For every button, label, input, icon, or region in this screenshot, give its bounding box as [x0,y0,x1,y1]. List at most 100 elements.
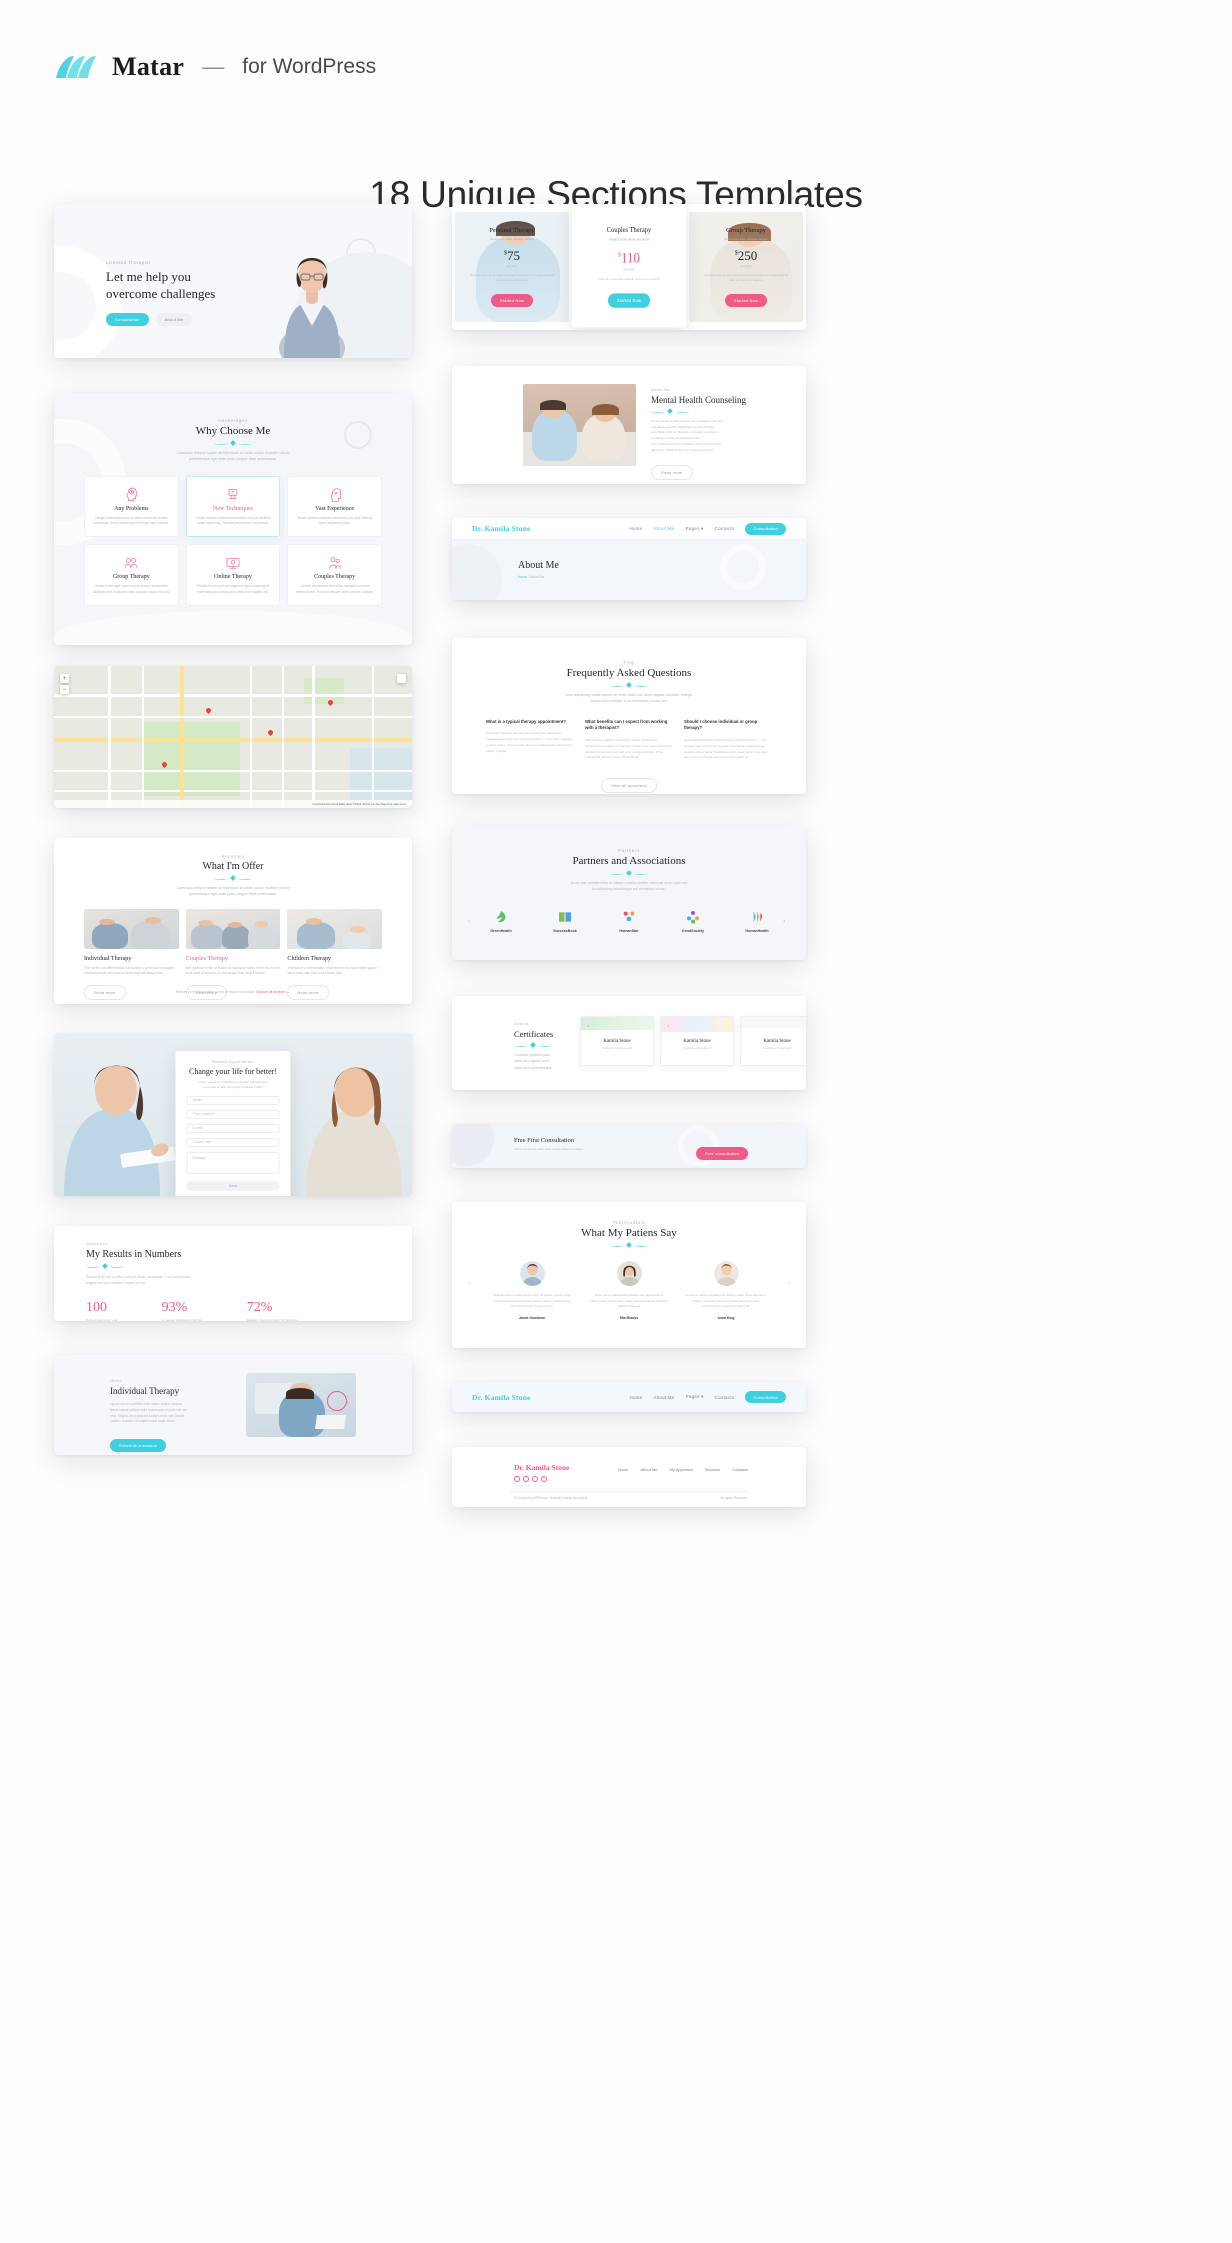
section-pricing[interactable]: Personal Therapy Amet proin vitae quisqu… [452,204,806,330]
section-what-im-offer[interactable]: Services What I'm Offer Commodo tempus s… [54,838,412,1004]
appointment-send-button[interactable]: Send [186,1180,280,1191]
site-nav-links[interactable]: Home About Me Pages ▾ Contacts Consultat… [630,1391,786,1403]
section-results[interactable]: Statistics My Results in Numbers Rutrum … [54,1226,412,1321]
instagram-icon[interactable] [532,1476,538,1482]
breadcrumb-home[interactable]: Home [518,575,527,579]
appointment-phone-field[interactable]: Phone contact* [186,1109,280,1119]
section-counseling[interactable]: About Me Mental Health Counseling Donec … [452,366,806,484]
section-appointment[interactable]: Request Appointment Change your life for… [54,1033,412,1196]
pricing-plan-group-therapy[interactable]: Group Therapy Amet proin vitae quisque u… [689,212,803,322]
section-about-header[interactable]: Dr. Kamila Stone Home About Me Pages ▾ C… [452,518,806,600]
footer-link-home[interactable]: Home [618,1467,629,1472]
partner-greenhealth[interactable]: GreenHealth [481,909,521,933]
linkedin-icon[interactable] [541,1476,547,1482]
footer-links[interactable]: Home About Me My Approach Services Conta… [618,1467,748,1472]
footer-link-services[interactable]: Services [705,1467,720,1472]
partner-successbook[interactable]: SuccessBook [545,909,585,933]
pricing-plan-personal-therapy[interactable]: Personal Therapy Amet proin vitae quisqu… [455,212,569,322]
section-testimonials[interactable]: Testimonials What My Patiens Say Pharetr… [452,1202,806,1348]
facebook-icon[interactable] [514,1476,520,1482]
footer-link-contacts[interactable]: Contacts [732,1467,748,1472]
nav-link-about-me[interactable]: About Me [653,526,674,531]
faq-item[interactable]: What benefits can I expect from working … [585,719,673,762]
offer-explore-link[interactable]: Explore all services → [256,990,290,994]
footer-link-about-me[interactable]: About Me [640,1467,657,1472]
breadcrumb[interactable]: Home / About Me [518,575,559,579]
why-card-any-problems[interactable]: Any Problems Integer malesuada nunc vel … [84,475,179,538]
testimonials-next-arrow[interactable]: › [788,1280,790,1287]
testimonial-item[interactable]: Lectus et metus gravida eros viverra mor… [684,1261,768,1320]
certificate-card[interactable]: Kamila Stone Certificate of Completion [740,1016,806,1066]
map-zoom-out-button[interactable]: − [60,685,69,694]
footer-socials[interactable] [514,1476,547,1482]
partner-humanhealth[interactable]: HumanHealth [737,909,777,933]
section-hero[interactable]: Dr. Kamila Stone Home About Me Pages ▾ C… [54,204,412,358]
site-logo[interactable]: Dr. Kamila Stone [472,524,531,533]
certificates-slides[interactable]: ❖ Kamila Stone Certificate of Achievemen… [580,1016,806,1066]
site-nav[interactable]: Dr. Kamila Stone Home About Me Pages ▾ C… [452,518,806,540]
nav-link-pages[interactable]: Pages ▾ [686,1394,704,1400]
partner-greatsociety[interactable]: GreatSociety [673,909,713,933]
section-navigation-bar[interactable]: Dr. Kamila Stone Home About Me Pages ▾ C… [452,1382,806,1412]
appointment-message-field[interactable]: Message [186,1151,280,1174]
section-faq[interactable]: FAQ Frequently Asked Questions Arcu adip… [452,638,806,794]
nav-link-home[interactable]: Home [630,1395,643,1400]
free-consultation-button[interactable]: Free consultation [695,1147,748,1160]
section-map[interactable]: + − Keyboard shortcuts Map data ©2021 Te… [54,666,412,808]
map-marker[interactable] [204,706,213,715]
testimonials-prev-arrow[interactable]: ‹ [468,1280,470,1287]
nav-link-pages[interactable]: Pages ▾ [686,526,704,532]
appointment-form[interactable]: Request Appointment Change your life for… [175,1051,291,1196]
partners-next-arrow[interactable]: › [783,918,790,925]
expand-icon[interactable] [397,674,406,683]
map-zoom-in-button[interactable]: + [60,674,69,683]
partners-prev-arrow[interactable]: ‹ [468,918,475,925]
section-partners[interactable]: Partners Partners and Associations Ipsum… [452,826,806,960]
appointment-email-field[interactable]: E-mail* [186,1123,280,1133]
appointment-date-field[interactable]: Choose date [186,1137,280,1147]
section-why-choose-me[interactable]: Advantages Why Choose Me Commodo tempus … [54,393,412,645]
offer-card-children-therapy[interactable]: Children Therapy That will be a conversa… [287,908,382,1001]
nav-consultation-button[interactable]: Consultation [745,522,786,535]
certificate-card[interactable]: ❖ Kamila Stone Certificate of Achievemen… [580,1016,654,1066]
individual-schedule-button[interactable]: Schedule a session [110,1439,167,1453]
section-certificates[interactable]: Awards Certificates Curabitur porttitor … [452,996,806,1090]
site-logo[interactable]: Dr. Kamila Stone [472,1393,531,1402]
nav-link-about-me[interactable]: About Me [653,1395,674,1400]
section-free-consultation[interactable]: Free First Consultation Tellus commodo e… [452,1124,806,1168]
why-card-group-therapy[interactable]: Group Therapy Ornare lorem eget sapien p… [84,544,179,607]
certificate-card[interactable]: ✦ Kamila Stone Certificate of Excellence [660,1016,734,1066]
hero-about-me-button[interactable]: About Me [155,313,193,327]
plan-started-now-button[interactable]: Started Now [724,293,768,307]
counseling-read-more-button[interactable]: Read more [651,465,693,481]
nav-link-home[interactable]: Home [630,526,643,531]
plan-started-now-button[interactable]: Started Now [490,293,534,307]
section-individual-therapy[interactable]: Hello Individual Therapy Ligula nam leo … [54,1355,412,1455]
nav-consultation-button[interactable]: Consultation [745,1391,786,1403]
hero-consultation-button[interactable]: Consultation [106,313,149,327]
nav-link-contacts[interactable]: Contacts [715,526,735,531]
plan-started-now-button[interactable]: Started Now [607,293,651,308]
why-card-new-techniques[interactable]: New Techniques Ornare aenean euismod ele… [185,475,281,538]
why-card-couples-therapy[interactable]: Couples Therapy Lobortis elementum nibh … [287,544,382,607]
site-nav[interactable]: Dr. Kamila Stone Home About Me Pages ▾ C… [452,1382,806,1412]
pricing-plan-couples-therapy[interactable]: Couples Therapy Volutpat amet donec leo … [572,206,686,328]
twitter-icon[interactable] [523,1476,529,1482]
partner-humanstar[interactable]: HumanStar [609,909,649,933]
offer-card-individual-therapy[interactable]: Individual Therapy This turned out diffe… [84,908,179,1001]
testimonial-item[interactable]: Nunc morbi malesuada gravida cras ligula… [587,1261,671,1320]
footer-link-my-approach[interactable]: My Approach [670,1467,693,1472]
faq-item[interactable]: Should I choose individual or group ther… [684,719,772,762]
hero-buttons[interactable]: Consultation About Me [106,313,215,327]
section-footer[interactable]: Dr. Kamila Stone Home About Me My Approa… [452,1447,806,1507]
map-marker[interactable] [266,728,275,737]
why-card-vast-experience[interactable]: Vast Experience Ornare aenean euismod el… [287,475,382,538]
testimonial-item[interactable]: Pharetra amet mauris turpis fusce at sap… [490,1261,574,1320]
appointment-name-field[interactable]: Name* [186,1095,280,1105]
footer-logo[interactable]: Dr. Kamila Stone [514,1463,569,1472]
why-card-online-therapy[interactable]: Online Therapy Tincidunt nunc pulvinar s… [185,544,281,607]
site-nav-links[interactable]: Home About Me Pages ▾ Contacts Consultat… [630,522,786,535]
faq-item[interactable]: What is a typical therapy appointment? S… [486,719,574,762]
nav-link-contacts[interactable]: Contacts [715,1395,735,1400]
offer-card-couples-therapy[interactable]: Couples Therapy Isn't typeface in the co… [185,908,281,1001]
